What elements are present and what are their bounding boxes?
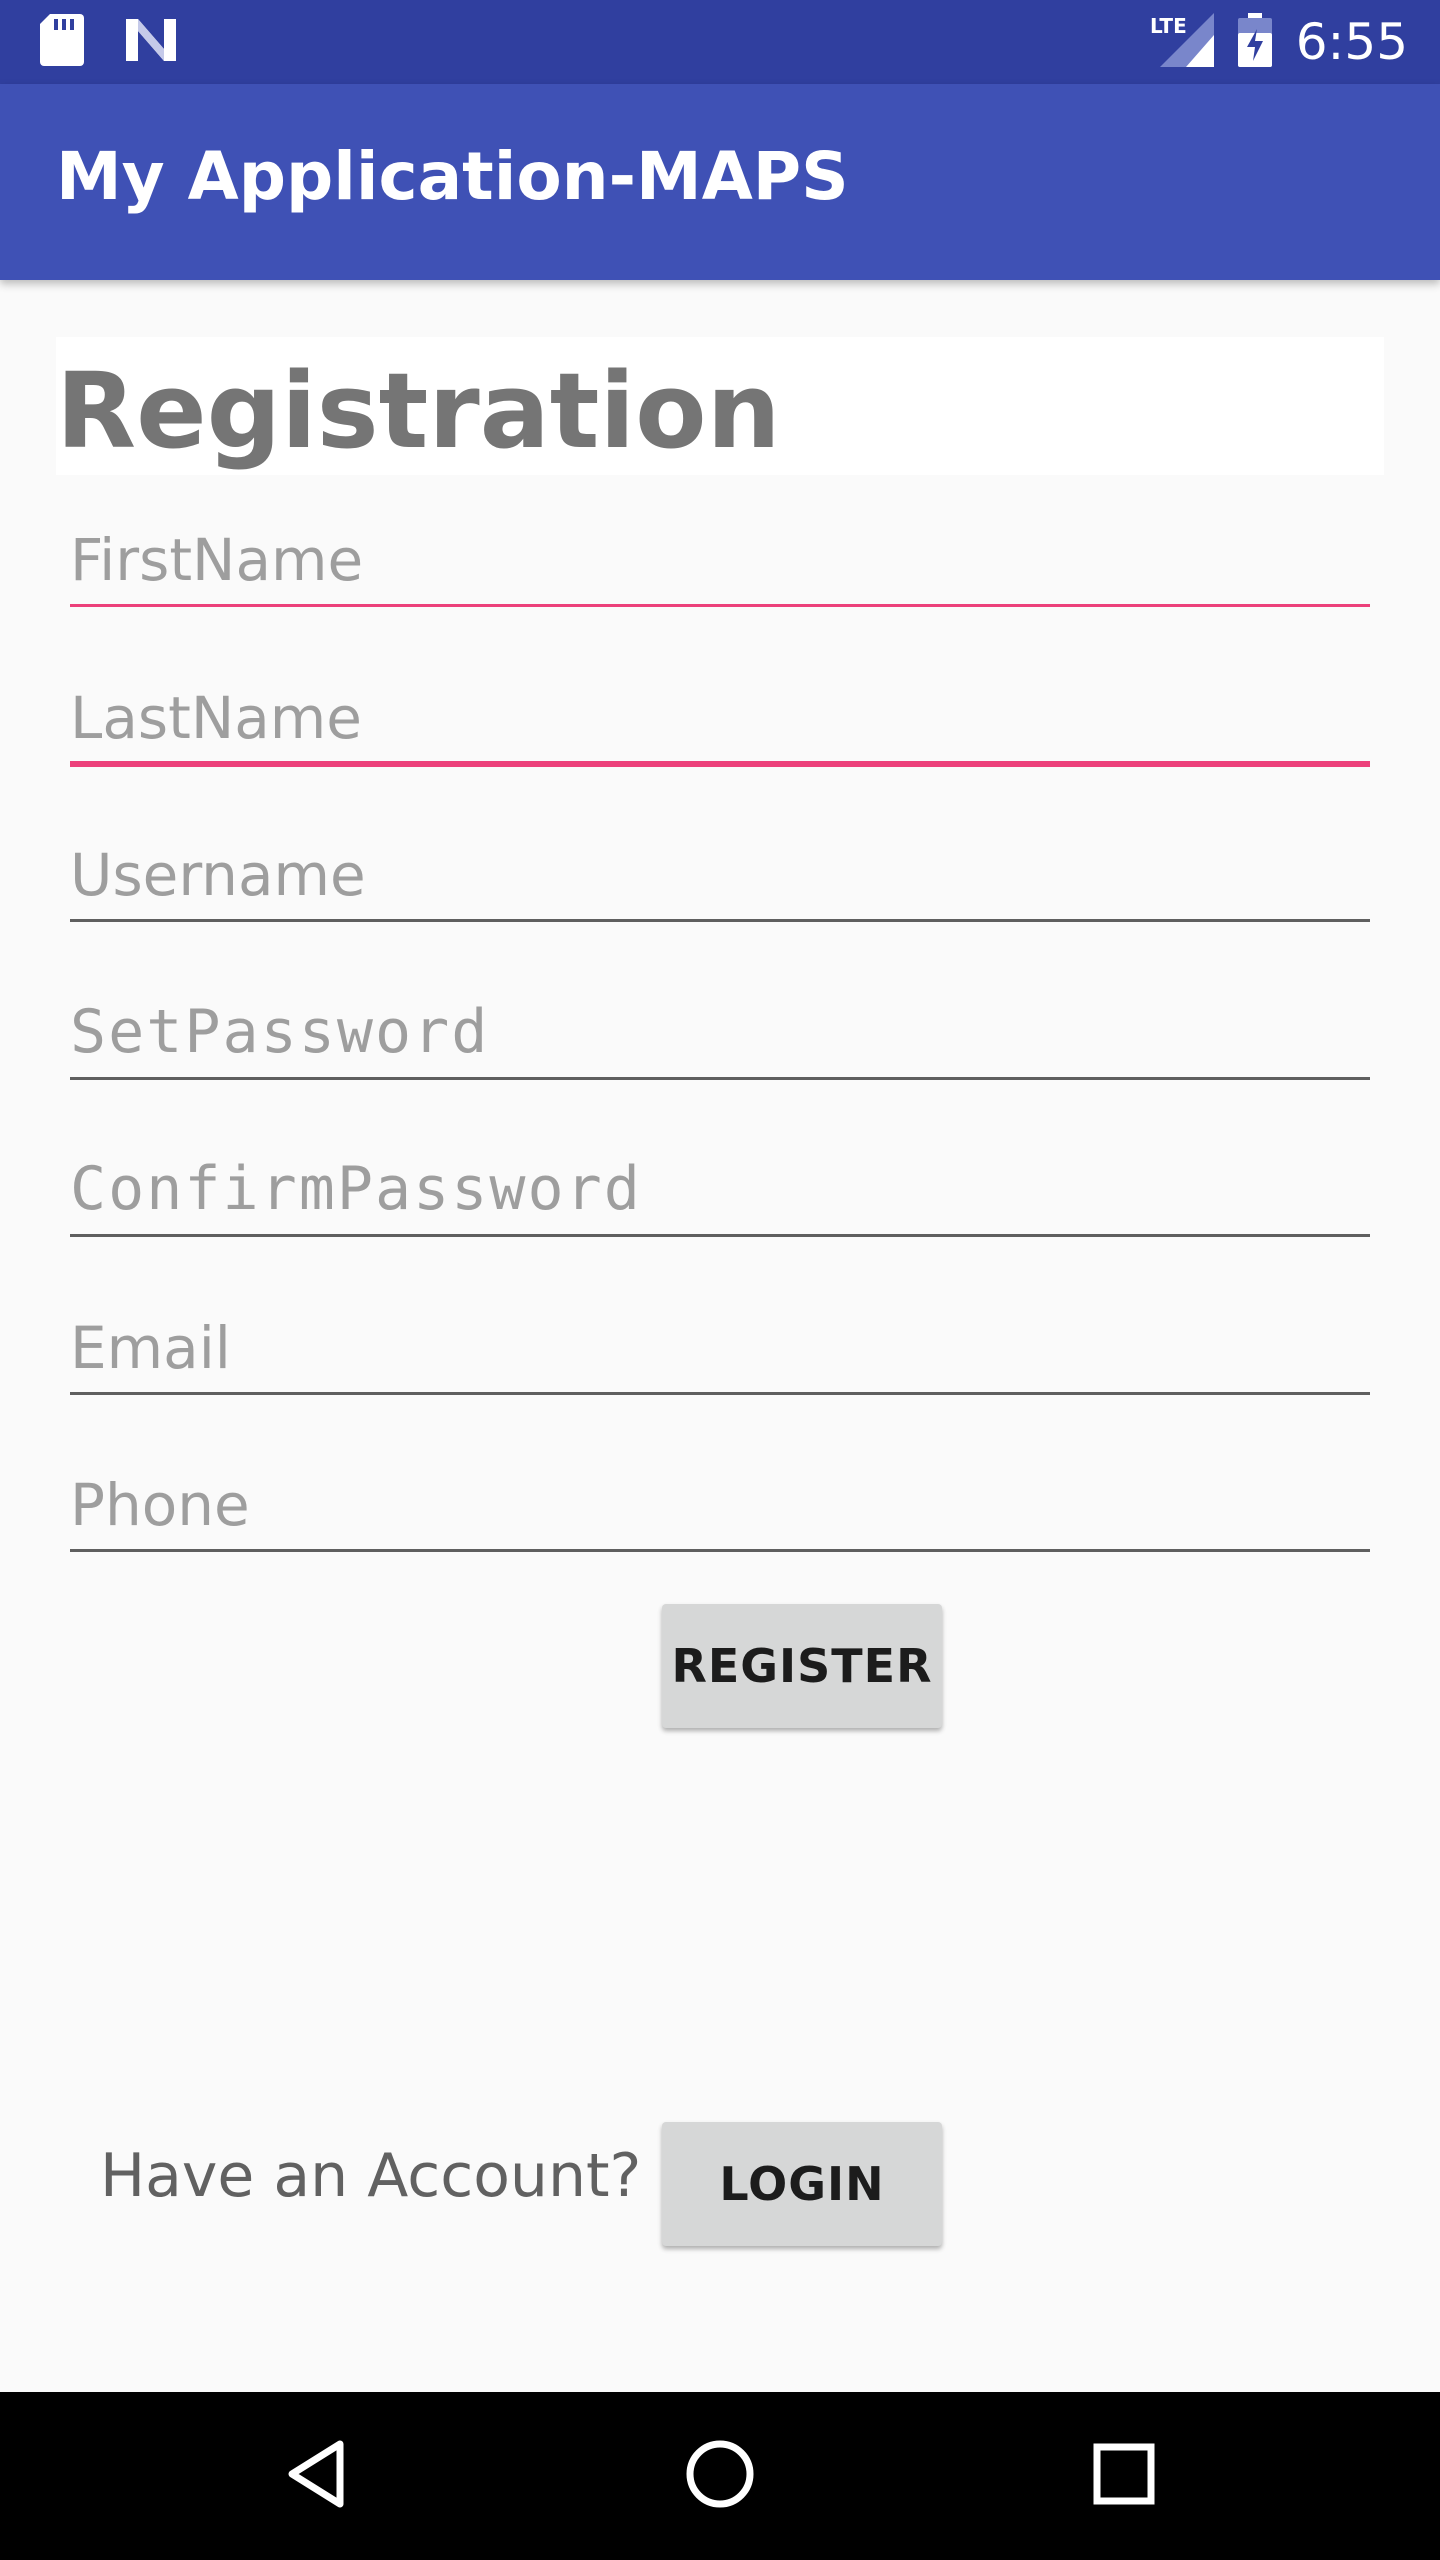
home-button[interactable] [640,2392,800,2560]
phone-field[interactable]: Phone [70,1442,1370,1552]
recents-button[interactable] [1044,2392,1204,2560]
username-field[interactable]: Username [70,812,1370,922]
lte-signal-icon: LTE [1150,12,1214,72]
home-icon [685,2439,755,2514]
login-button[interactable]: LOGIN [662,2122,942,2246]
username-placeholder: Username [70,841,366,909]
field-underline [70,1234,1370,1237]
n-notification-icon [124,17,178,68]
back-button[interactable] [236,2392,396,2560]
registration-header: Registration [56,337,1384,475]
field-underline [70,1392,1370,1395]
status-right: LTE 6:55 [1150,10,1408,74]
last-name-placeholder: LastName [70,684,362,752]
navigation-bar [0,2392,1440,2560]
last-name-field[interactable]: LastName [70,655,1370,767]
first-name-field[interactable]: FirstName [70,497,1370,607]
email-placeholder: Email [70,1314,231,1382]
email-field[interactable]: Email [70,1285,1370,1395]
app-title: My Application-MAPS [56,138,849,215]
field-underline [70,919,1370,922]
recents-icon [1093,2443,1155,2510]
field-underline [70,1549,1370,1552]
page-title: Registration [56,350,781,472]
back-icon [284,2439,348,2514]
status-time: 6:55 [1295,13,1408,71]
confirm-password-field[interactable]: ConfirmPassword [70,1127,1370,1237]
battery-charging-icon [1237,12,1272,72]
set-password-placeholder: SetPassword [70,997,490,1067]
field-underline [70,1077,1370,1080]
confirm-password-placeholder: ConfirmPassword [70,1154,642,1224]
phone-placeholder: Phone [70,1471,250,1539]
set-password-field[interactable]: SetPassword [70,970,1370,1080]
field-underline-focused [70,761,1370,767]
status-left [40,13,178,71]
sd-card-icon [40,13,84,71]
network-label: LTE [1150,14,1187,38]
register-button[interactable]: REGISTER [662,1604,942,1728]
have-account-label: Have an Account? [100,2141,642,2211]
app-bar: My Application-MAPS [0,84,1440,280]
status-bar: LTE 6:55 [0,0,1440,84]
first-name-placeholder: FirstName [70,526,364,594]
field-underline [70,604,1370,607]
